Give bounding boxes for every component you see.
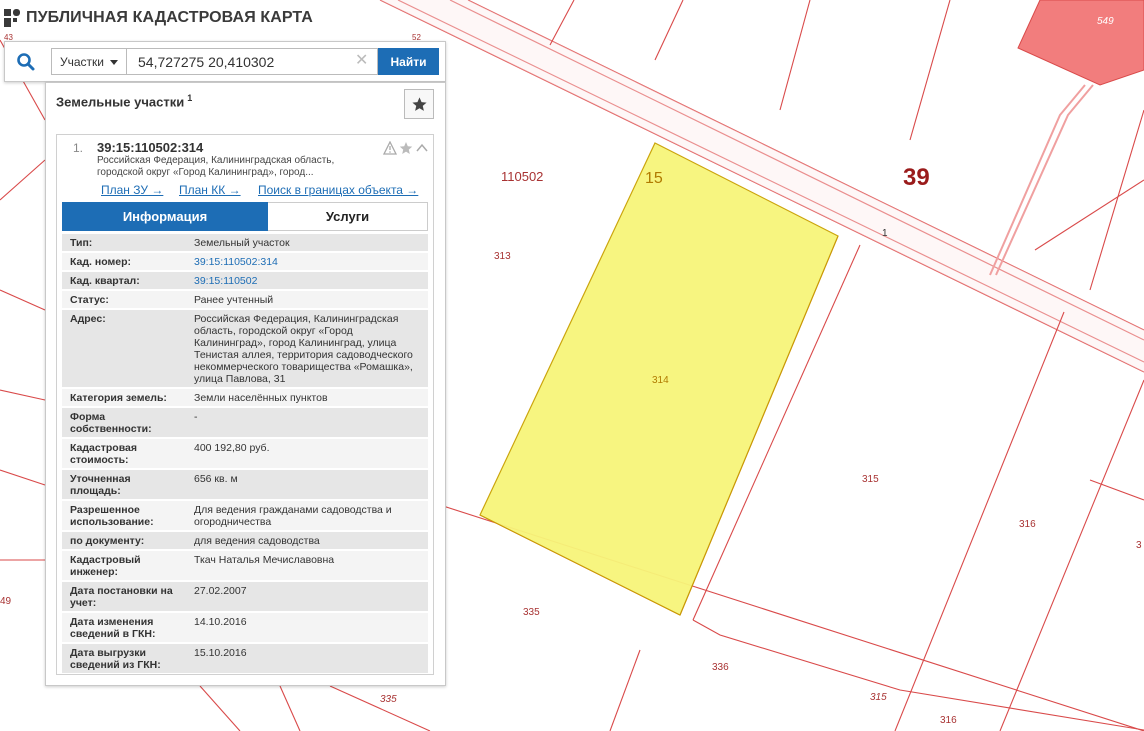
panel-title-text: Земельные участки (56, 94, 185, 110)
road-label: 1 (882, 228, 888, 239)
parcel-label-335: 335 (523, 607, 540, 618)
table-row: Дата постановки на учет: 27.02.2007 (62, 580, 428, 611)
plan-zu-link[interactable]: План ЗУ → (101, 183, 163, 197)
search-type-label: Участки (60, 54, 104, 69)
card-actions (383, 141, 428, 155)
table-row: Кадастровый инженер: Ткач Наталья Мечисла… (62, 549, 428, 580)
table-row: Категория земель: Земли населённых пункто… (62, 387, 428, 406)
info-key: Кадастровая стоимость: (70, 442, 137, 466)
table-row: Дата изменения сведений в ГКН: 14.10.2016 (62, 611, 428, 642)
search-bounds-link[interactable]: Поиск в границах объекта → (258, 183, 418, 197)
info-key: Статус: (70, 294, 109, 306)
district-label: 39 (903, 164, 930, 191)
info-value: 14.10.2016 (194, 616, 247, 628)
info-key: Разрешенное использование: (70, 504, 154, 528)
tab-services[interactable]: Услуги (268, 202, 428, 231)
plan-kk-link[interactable]: План КК → (179, 183, 241, 197)
info-key: Кад. номер: (70, 256, 132, 268)
info-key: Категория земель: (70, 392, 167, 404)
parcel-label-313: 313 (494, 251, 511, 262)
info-key: Уточненная площадь: (70, 473, 131, 497)
info-key: Адрес: (70, 313, 106, 325)
table-row: Тип: Земельный участок (62, 232, 428, 251)
info-value: 656 кв. м (194, 473, 238, 485)
info-key: Кад. квартал: (70, 275, 140, 287)
info-value: 27.02.2007 (194, 585, 247, 597)
chevron-down-icon (110, 60, 118, 65)
quarter-label: 110502 (501, 169, 543, 184)
parcel-label-549: 549 (1097, 16, 1114, 27)
logo-icon (4, 9, 20, 27)
result-cadastral-id[interactable]: 39:15:110502:314 (97, 140, 203, 155)
parcel-label-336: 336 (712, 662, 729, 673)
parcel-label-335b: 335 (380, 694, 397, 705)
info-value: 400 192,80 руб. (194, 442, 270, 454)
star-icon[interactable] (399, 142, 413, 154)
table-row: Адрес: Российская Федерация, Калининградс… (62, 308, 428, 387)
clear-icon[interactable]: ✕ (355, 53, 368, 69)
results-count: 1 (187, 93, 193, 103)
info-value[interactable]: 39:15:110502 (182, 272, 428, 289)
parcel-label-315: 315 (862, 474, 879, 485)
info-value: 15.10.2016 (194, 647, 247, 659)
info-key: Кадастровый инженер: (70, 554, 141, 578)
info-value: Российская Федерация, Калининградская об… (194, 313, 413, 385)
info-value: Земли населённых пунктов (194, 392, 328, 404)
table-row: Статус: Ранее учтенный (62, 289, 428, 308)
favorite-button[interactable] (404, 89, 434, 119)
info-key: Дата постановки на учет: (70, 585, 173, 609)
tab-info[interactable]: Информация (62, 202, 268, 231)
search-button[interactable]: Найти (378, 48, 439, 75)
info-value: Ранее учтенный (194, 294, 274, 306)
table-row: Кад. номер: 39:15:110502:314 (62, 251, 428, 270)
warning-icon[interactable] (383, 141, 398, 155)
info-key: по документу: (70, 535, 145, 547)
info-key: Дата выгрузки сведений из ГКН: (70, 647, 161, 671)
app-title: ПУБЛИЧНАЯ КАДАСТРОВАЯ КАРТА (26, 9, 313, 26)
table-row: Форма собственности: - (62, 406, 428, 437)
table-row: Разрешенное использование: Для ведения гр… (62, 499, 428, 530)
search-input[interactable] (127, 48, 378, 75)
info-value[interactable]: 39:15:110502:314 (182, 253, 428, 270)
info-key: Дата изменения сведений в ГКН: (70, 616, 156, 640)
parcel-label-314: 314 (652, 375, 669, 386)
parcel-label-316: 316 (1019, 519, 1036, 530)
info-value: Для ведения гражданами садоводства и ого… (194, 504, 392, 528)
info-key: Форма собственности: (70, 411, 152, 435)
edge-label-49: 49 (0, 596, 12, 607)
parcel-label-315b: 315 (870, 692, 887, 703)
result-card: 1. 39:15:110502:314 Российская Федерация… (56, 134, 434, 675)
search-icon[interactable] (16, 52, 36, 72)
results-panel: Земельные участки 1 1. 39:15:110502:314 Р… (45, 82, 446, 686)
search-bar: Участки ✕ Найти (4, 41, 446, 82)
table-row: Кад. квартал: 39:15:110502 (62, 270, 428, 289)
plot-number-label: 15 (645, 170, 663, 187)
info-table: Тип: Земельный участок Кад. номер: 39:15:11… (62, 232, 428, 673)
table-row: Кадастровая стоимость: 400 192,80 руб. (62, 437, 428, 468)
parcel-label-316b: 316 (940, 715, 957, 726)
info-key: Тип: (70, 237, 93, 249)
info-value: для ведения садоводства (194, 535, 320, 547)
panel-title: Земельные участки 1 (56, 93, 192, 109)
table-row: по документу: для ведения садоводства (62, 530, 428, 549)
result-address: Российская Федерация, Калининградская об… (97, 155, 335, 178)
info-value: Земельный участок (194, 237, 290, 249)
star-icon (412, 97, 427, 111)
info-value: - (194, 411, 198, 423)
info-value: Ткач Наталья Мечиславовна (194, 554, 335, 566)
chevron-up-icon[interactable] (416, 143, 428, 152)
search-type-select[interactable]: Участки (51, 48, 127, 75)
table-row: Дата выгрузки сведений из ГКН: 15.10.2016 (62, 642, 428, 673)
result-number: 1. (73, 141, 84, 155)
edge-label-3: 3 (1136, 540, 1142, 551)
table-row: Уточненная площадь: 656 кв. м (62, 468, 428, 499)
